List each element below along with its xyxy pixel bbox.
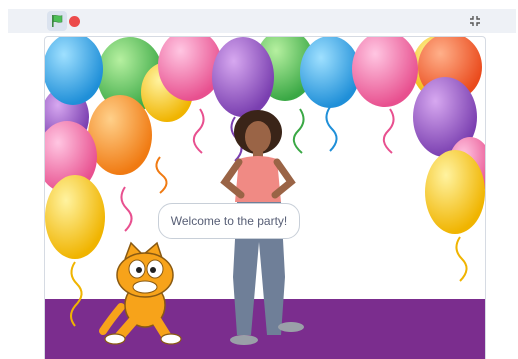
balloon [352,37,418,107]
party-backdrop [45,37,485,359]
green-flag-button[interactable] [47,11,67,31]
balloon [212,37,274,117]
speech-bubble: Welcome to the party! [158,203,300,239]
balloon [45,37,103,105]
balloon [300,37,360,108]
balloon [45,175,105,259]
balloon [88,95,152,175]
exit-fullscreen-icon [470,16,480,26]
balloon [425,150,485,234]
stage-canvas[interactable]: Welcome to the party! [44,36,486,359]
stop-button[interactable] [69,16,80,27]
exit-fullscreen-button[interactable] [466,12,484,30]
stage-toolbar [8,9,516,33]
green-flag-icon [52,14,63,27]
